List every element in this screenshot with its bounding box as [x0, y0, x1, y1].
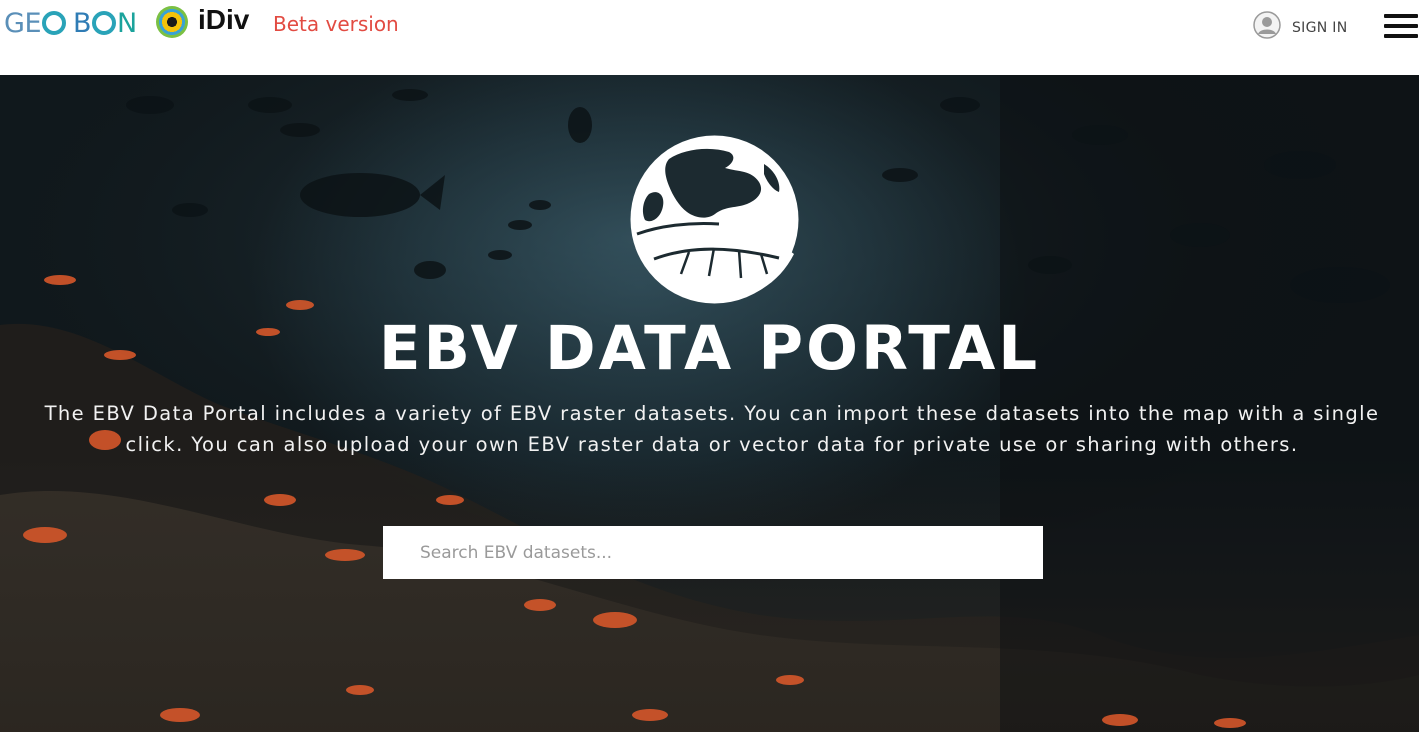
geobon-logo-ring-icon: [92, 11, 117, 35]
beta-version-label: Beta version: [273, 12, 399, 36]
page-title: EBV DATA PORTAL: [378, 313, 1041, 384]
search-input[interactable]: [383, 526, 1043, 579]
geobon-logo[interactable]: GEBN: [4, 6, 137, 40]
hero-description: The EBV Data Portal includes a variety o…: [44, 402, 1380, 456]
top-navigation-bar: GEBN iDiv Beta version SIGN IN: [0, 0, 1419, 75]
sign-in-link[interactable]: SIGN IN: [1292, 20, 1348, 36]
geobon-logo-ring-icon: [42, 11, 66, 35]
hero-section: EBV DATA PORTAL The EBV Data Portal incl…: [0, 75, 1419, 732]
hamburger-menu-icon[interactable]: [1384, 14, 1418, 38]
idiv-logo-icon[interactable]: [156, 6, 188, 38]
idiv-logo-text[interactable]: iDiv: [198, 4, 249, 36]
globe-leaf-icon: [630, 135, 799, 304]
user-icon[interactable]: [1253, 11, 1281, 39]
